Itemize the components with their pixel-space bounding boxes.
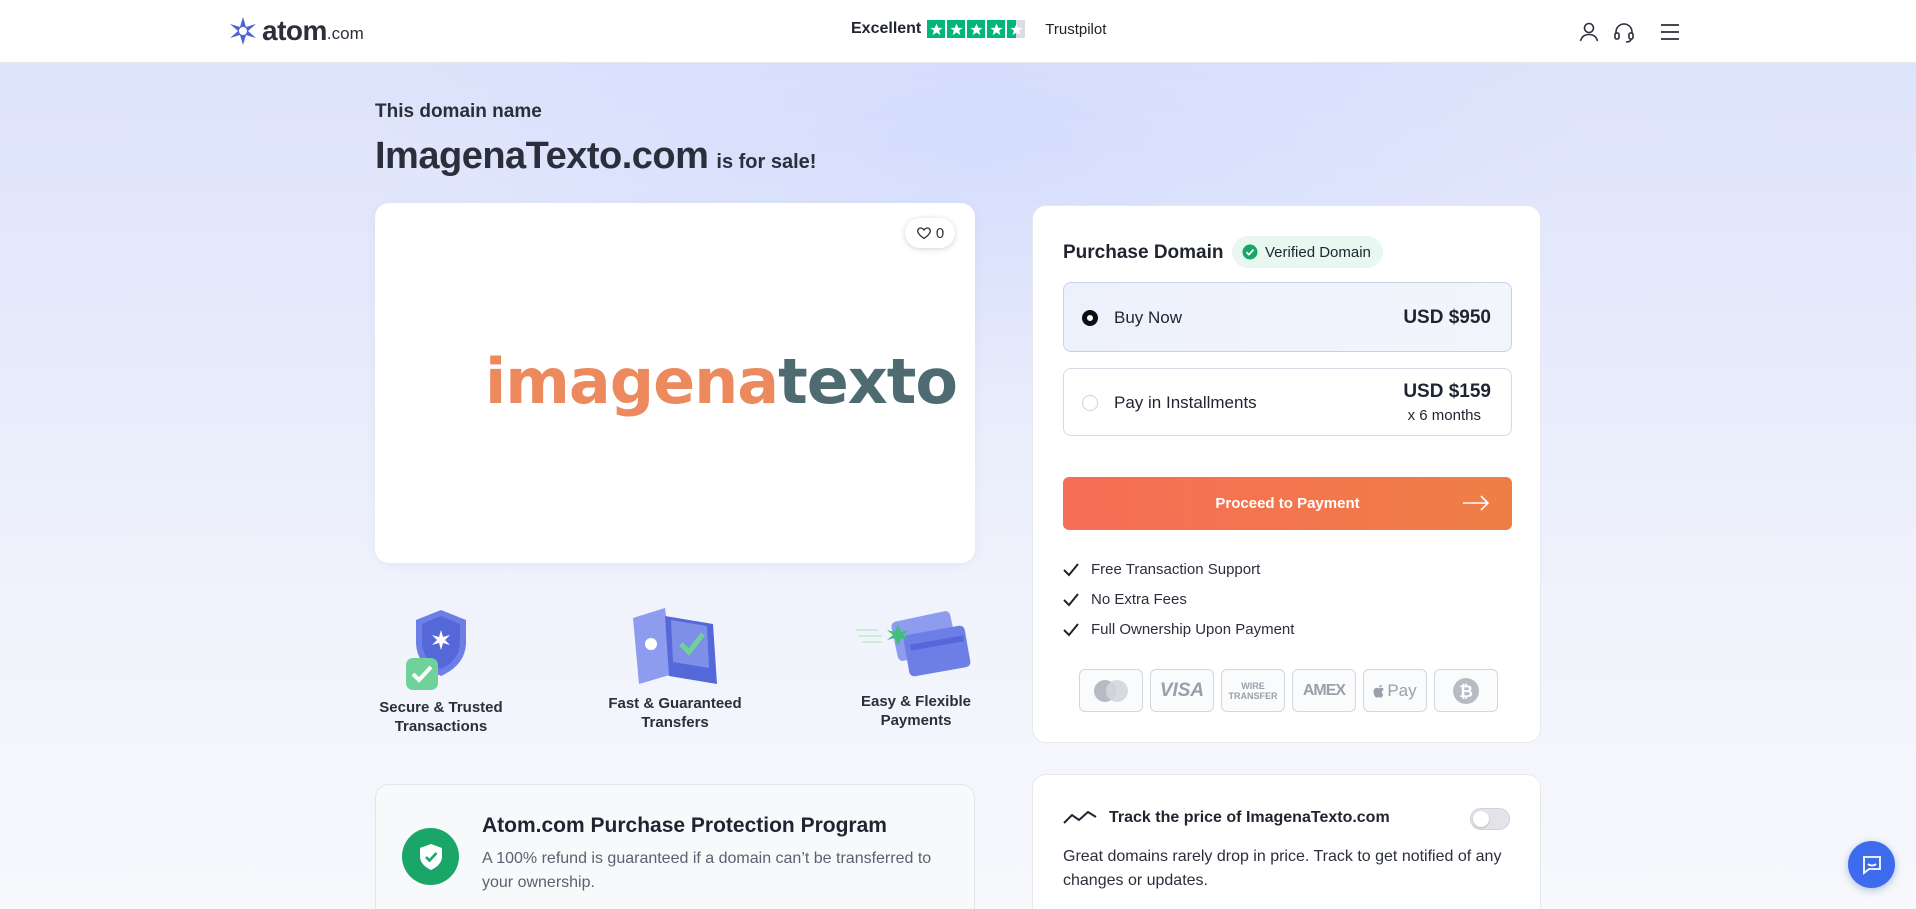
atom-logo[interactable]: atom .com — [228, 16, 364, 46]
chat-icon — [1862, 855, 1881, 875]
purchase-card: Purchase Domain Verified Domain Buy Now … — [1032, 205, 1541, 743]
option-price: USD $159 — [1403, 381, 1491, 402]
visa-icon: VISA — [1150, 669, 1214, 712]
trust-label: Excellent — [851, 20, 922, 37]
half-star-icon — [1007, 20, 1026, 38]
star-icon — [927, 20, 946, 38]
star-icon — [967, 20, 986, 38]
amex-icon: AMEX — [1292, 669, 1356, 712]
mastercard-icon — [1079, 669, 1143, 712]
shield-check-icon — [406, 610, 466, 690]
protection-text: A 100% refund is guaranteed if a domain … — [482, 850, 932, 891]
user-icon[interactable] — [1577, 20, 1601, 44]
option-label: Pay in Installments — [1114, 393, 1257, 412]
atom-star-icon — [230, 17, 256, 45]
for-sale-text: is for sale! — [716, 151, 817, 173]
proceed-to-payment-button[interactable]: Proceed to Payment — [1063, 477, 1512, 530]
option-label: Buy Now — [1114, 308, 1183, 327]
svg-text:₿: ₿ — [1459, 682, 1473, 702]
domain-name: ImagenaTexto.com — [375, 135, 709, 177]
star-icon — [987, 20, 1006, 38]
chat-launcher-button[interactable] — [1848, 841, 1895, 888]
feature-transfers: Fast & Guaranteed Transfers — [606, 604, 744, 732]
domain-logo-card: 0 imagenatexto — [375, 203, 975, 563]
option-installments[interactable]: Pay in Installments USD $159 x 6 months — [1063, 368, 1512, 436]
bitcoin-icon: ₿ — [1434, 669, 1498, 712]
protection-card: Atom.com Purchase Protection Program A 1… — [375, 784, 975, 909]
star-icon — [947, 20, 966, 38]
apple-pay-icon: Pay — [1363, 669, 1427, 712]
like-count: 0 — [935, 224, 945, 242]
protection-shield-icon — [402, 828, 459, 885]
check-icon — [1063, 592, 1079, 606]
verified-check-icon — [1242, 244, 1258, 260]
top-header: atom .com Excellent Trustpilot — [0, 0, 1916, 63]
headset-icon[interactable] — [1612, 20, 1636, 44]
track-title: Track the price of ImagenaTexto.com — [1109, 809, 1390, 826]
benefit-item: Full Ownership Upon Payment — [1063, 621, 1294, 638]
track-price-toggle[interactable] — [1470, 808, 1510, 830]
purchase-title: Purchase Domain — [1063, 242, 1224, 263]
arrow-right-icon — [1463, 495, 1490, 511]
payment-cards-icon — [856, 611, 971, 677]
option-duration: x 6 months — [1407, 407, 1481, 424]
heart-icon — [916, 227, 931, 240]
logo-text: atom — [262, 15, 327, 46]
feature-payments: Easy & Flexible Payments — [850, 606, 982, 730]
transfer-folder-icon — [633, 608, 717, 684]
option-buy-now[interactable]: Buy Now USD $950 — [1063, 282, 1512, 352]
trustpilot-label: Trustpilot — [1045, 20, 1107, 38]
trust-stars — [927, 20, 1026, 38]
trustpilot-rating[interactable]: Excellent Trustpilot — [851, 20, 1106, 38]
radio-buy-now[interactable] — [1082, 310, 1098, 326]
benefit-item: No Extra Fees — [1063, 591, 1187, 608]
benefit-item: Free Transaction Support — [1063, 561, 1260, 578]
payment-methods: VISA WIRE TRANSFER AMEX Pay ₿ — [1079, 669, 1498, 712]
brand-logo-text: imagenatexto — [485, 345, 958, 418]
verified-badge: Verified Domain — [1232, 236, 1383, 268]
wire-transfer-icon: WIRE TRANSFER — [1221, 669, 1285, 712]
feature-secure: Secure & Trusted Transactions — [375, 606, 507, 736]
like-button[interactable]: 0 — [905, 218, 955, 248]
hero-title: ImagenaTexto.com is for sale! — [375, 135, 816, 178]
trend-line-icon — [1063, 810, 1097, 824]
track-price-card: Track the price of ImagenaTexto.com Grea… — [1032, 774, 1541, 909]
check-icon — [1063, 622, 1079, 636]
check-icon — [1063, 562, 1079, 576]
option-price: USD $950 — [1403, 307, 1491, 328]
menu-icon[interactable] — [1658, 20, 1682, 44]
hero-intro: This domain name — [375, 101, 542, 122]
protection-title: Atom.com Purchase Protection Program — [482, 814, 887, 837]
track-text: Great domains rarely drop in price. Trac… — [1063, 848, 1502, 889]
radio-installments[interactable] — [1082, 395, 1098, 411]
logo-suffix: .com — [326, 24, 364, 43]
